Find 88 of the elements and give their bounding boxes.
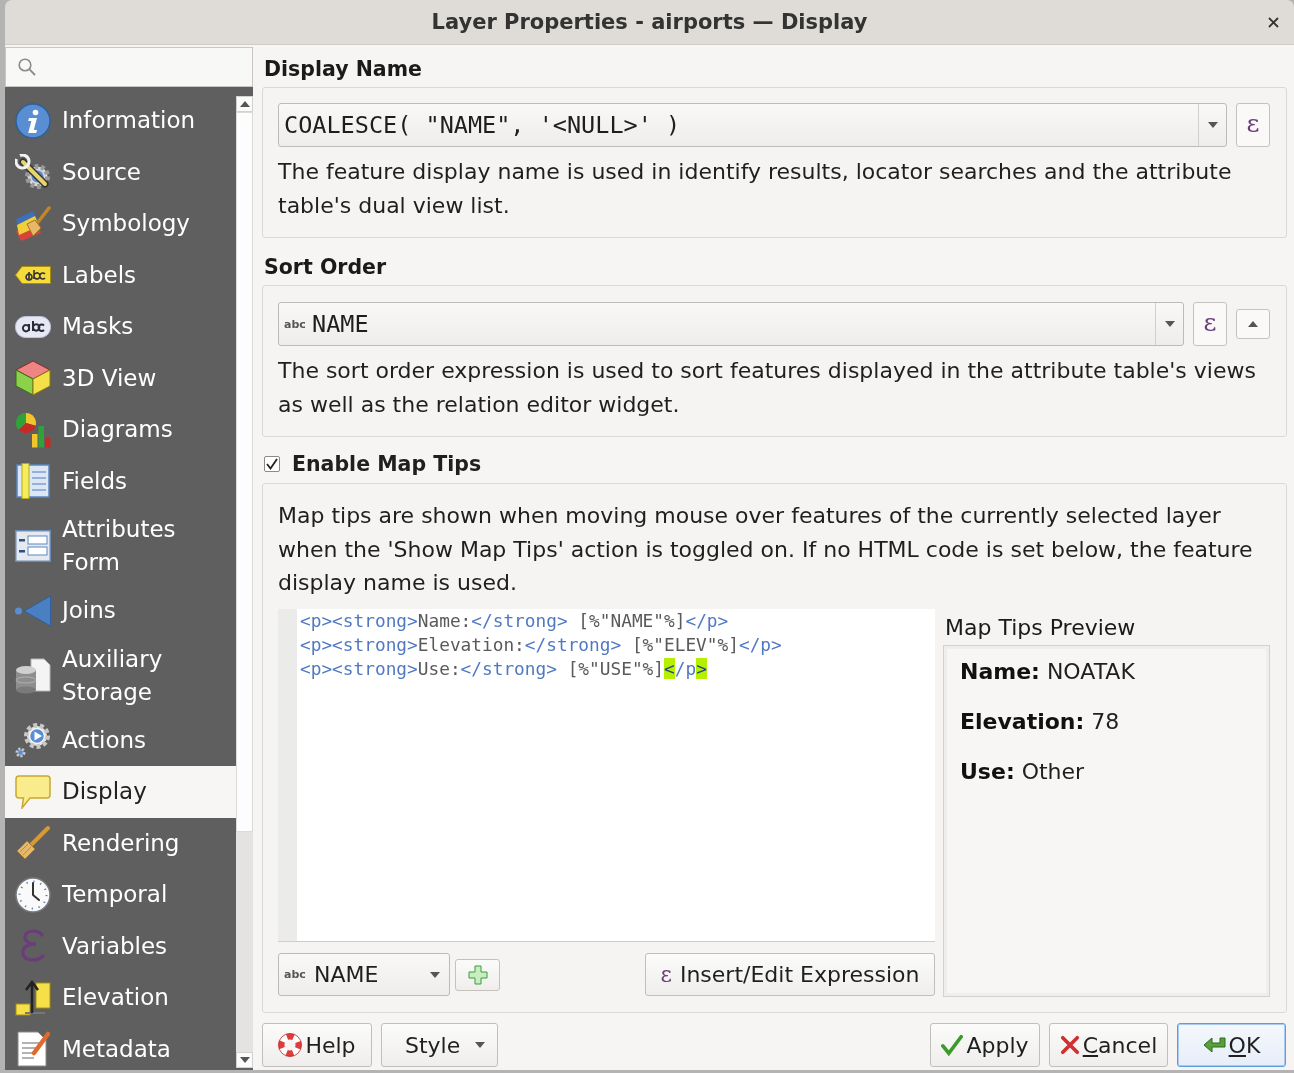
field-combo[interactable]: abc NAME (278, 953, 450, 996)
field-type-label: abc (284, 968, 304, 981)
caret-icon (1207, 122, 1218, 128)
sidebar-item[interactable]: Symbology (5, 198, 236, 250)
section-heading: Sort Order (264, 255, 387, 279)
database-document-icon (15, 657, 51, 694)
dialog-button[interactable]: Apply (930, 1023, 1040, 1067)
code-line: <p><strong>Elevation:</strong> [%"ELEV"%]</p> (300, 633, 782, 657)
clock-icon (15, 876, 51, 913)
caret-up-icon (1248, 321, 1258, 327)
scroll-down-button[interactable] (236, 1052, 253, 1068)
sidebar-item[interactable]: 3D View (5, 352, 236, 404)
sidebar-item[interactable]: Diagrams (5, 404, 236, 456)
sidebar-item[interactable]: Joins (5, 585, 236, 637)
plus-icon (467, 964, 488, 985)
code-line: <p><strong>Name:</strong> [%"NAME"%]</p> (300, 609, 729, 633)
insert-field-button[interactable] (455, 958, 500, 991)
expression-button[interactable]: ε (1193, 302, 1227, 346)
window-title: Layer Properties - airports — Display (431, 10, 868, 34)
code-line: <p><strong>Use:</strong> [%"USE"%]</p> (300, 657, 707, 681)
check-icon (941, 1034, 964, 1056)
table-icon (16, 463, 50, 500)
form-icon (15, 530, 51, 562)
field-type-label: abc (284, 317, 304, 331)
gear-play-icon (15, 722, 51, 759)
document-pencil-icon (16, 1031, 50, 1068)
sidebar-item[interactable]: Metadata (5, 1023, 236, 1070)
checkbox[interactable] (264, 456, 280, 472)
sidebar-item[interactable]: Labels (5, 249, 236, 301)
brush-icon (15, 825, 51, 862)
description-text: The feature display name is used in identify results, locator searches and the attribute table's dual view list. (278, 158, 1233, 220)
cross-icon (1059, 1035, 1080, 1055)
sidebar-item[interactable]: Auxiliary Storage (5, 636, 236, 715)
preview-line: Elevation: 78 (960, 708, 1120, 736)
sort-direction-button[interactable] (1236, 309, 1270, 339)
sidebar-item[interactable]: Actions (5, 714, 236, 766)
search-field[interactable] (5, 47, 253, 87)
sidebar-item[interactable]: Source (5, 146, 236, 198)
preview-line: Name: NOATAK (960, 658, 1135, 686)
elevation-icon (15, 979, 51, 1016)
dialog-button[interactable]: Help (262, 1023, 372, 1067)
cube-icon (15, 360, 51, 397)
sidebar-item[interactable]: Temporal (5, 869, 236, 921)
caret-icon (430, 971, 440, 978)
scroll-up-button[interactable] (236, 96, 253, 112)
expression-combo[interactable]: COALESCE( "NAME", '<NULL>' ) (278, 103, 1227, 147)
expression-combo[interactable]: abc NAME (278, 302, 1184, 346)
close-button[interactable] (1266, 15, 1280, 29)
sidebar-item[interactable]: Attributes Form (5, 507, 236, 585)
label-tag-icon (15, 266, 51, 285)
sidebar-item[interactable]: Elevation (5, 972, 236, 1024)
info-icon (15, 102, 51, 139)
sidebar-item[interactable]: Masks (5, 301, 236, 353)
epsilon-icon (21, 929, 45, 964)
triangle-dot-icon (15, 594, 51, 627)
check-icon (266, 458, 278, 470)
description-text: Map tips are shown when moving mouse over features of the currently selected layer when the 'Show Map Tips' action is toggled on. If no HTML code is set below, the feature display name is used. (278, 502, 1254, 597)
dialog-button[interactable]: Cancel (1049, 1023, 1168, 1067)
dialog-button[interactable]: OK (1177, 1023, 1286, 1067)
insert-expression-button[interactable]: ε Insert/Edit Expression (645, 953, 935, 996)
scrollbar[interactable] (236, 96, 253, 1068)
html-code-editor[interactable]: <p><strong>Name:</strong> [%"NAME"%]</p> <p><strong>Elevation:</strong> [%"ELEV"%]</p> <p><strong>Use:</strong> [%"USE"%]</p> (278, 609, 935, 942)
lifebuoy-icon (278, 1033, 303, 1057)
return-arrow-icon (1202, 1035, 1226, 1055)
preview-title: Map Tips Preview (945, 614, 1136, 640)
pie-bar-chart-icon (15, 411, 51, 448)
sidebar-item[interactable]: Fields (5, 455, 236, 507)
preview-line: Use: Other (960, 758, 1085, 786)
caret-icon (475, 1042, 485, 1048)
speech-bubble-icon (15, 774, 51, 809)
menu-button[interactable]: Style (381, 1023, 498, 1067)
sidebar-item[interactable]: Rendering (5, 817, 236, 869)
paintbrush-icon (15, 205, 51, 242)
expression-button[interactable]: ε (1236, 103, 1270, 147)
search-icon (18, 58, 36, 76)
sidebar-item[interactable]: Information (5, 95, 236, 147)
section-heading: Display Name (264, 57, 422, 81)
description-text: The sort order expression is used to sort features displayed in the attribute table's views as well as the relation editor widget. (278, 357, 1257, 419)
caret-icon (1164, 321, 1175, 327)
scrollbar-thumb[interactable] (236, 112, 253, 832)
sidebar-item[interactable]: Variables (5, 920, 236, 972)
caret-icon (239, 1057, 250, 1063)
caret-up-icon (239, 101, 250, 107)
sidebar-item[interactable]: Display (5, 766, 236, 818)
checkbox-label[interactable]: Enable Map Tips (292, 452, 482, 476)
wrench-gear-icon (15, 154, 51, 191)
close-icon (1267, 16, 1279, 28)
mask-label-icon (15, 315, 51, 338)
